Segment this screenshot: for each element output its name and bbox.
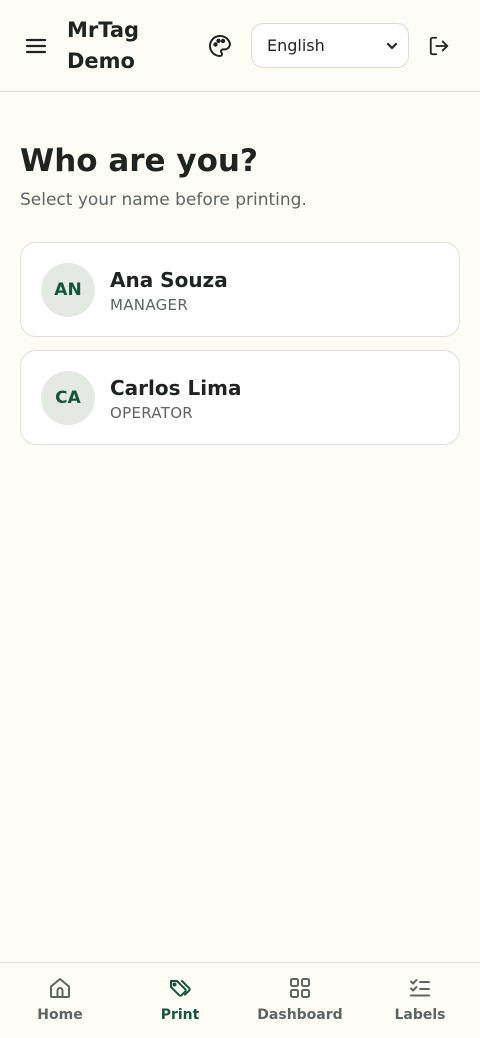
nav-item-dashboard[interactable]: Dashboard [240,963,360,1038]
top-header: MrTag Demo English [0,0,480,92]
user-role: MANAGER [110,296,189,314]
brand-title: MrTag Demo [67,18,140,73]
nav-item-home[interactable]: Home [0,963,120,1038]
chevron-down-icon [386,42,398,49]
nav-label: Labels [394,1007,446,1023]
page-title: Who are you? [20,143,258,179]
logout-button[interactable] [419,26,459,66]
avatar: AN [41,263,95,317]
logout-icon [429,36,449,56]
avatar: CA [41,371,95,425]
tag-icon [170,980,191,997]
checklist-icon [410,979,430,997]
palette-icon [209,34,231,57]
menu-button[interactable] [16,26,56,66]
user-name: Carlos Lima [110,376,242,400]
bottom-nav: Home Print Dashboard Labels [0,962,480,1038]
nav-item-print[interactable]: Print [120,963,240,1038]
theme-button[interactable] [200,26,240,66]
nav-item-labels[interactable]: Labels [360,963,480,1038]
nav-label: Dashboard [257,1007,343,1023]
home-icon [50,978,70,998]
page-subtitle: Select your name before printing. [20,190,307,210]
app-root: MrTag Demo English Who are you? Select y… [0,0,480,1038]
nav-label: Print [160,1007,200,1023]
user-name: Ana Souza [110,268,228,292]
language-value: English [267,36,325,55]
nav-label: Home [37,1007,83,1023]
grid-icon [290,978,310,998]
user-card-ana-souza[interactable]: AN Ana Souza MANAGER [20,242,460,337]
user-card-carlos-lima[interactable]: CA Carlos Lima OPERATOR [20,350,460,445]
user-role: OPERATOR [110,404,194,422]
language-select[interactable]: English [251,23,409,68]
hamburger-menu-icon [25,38,47,54]
